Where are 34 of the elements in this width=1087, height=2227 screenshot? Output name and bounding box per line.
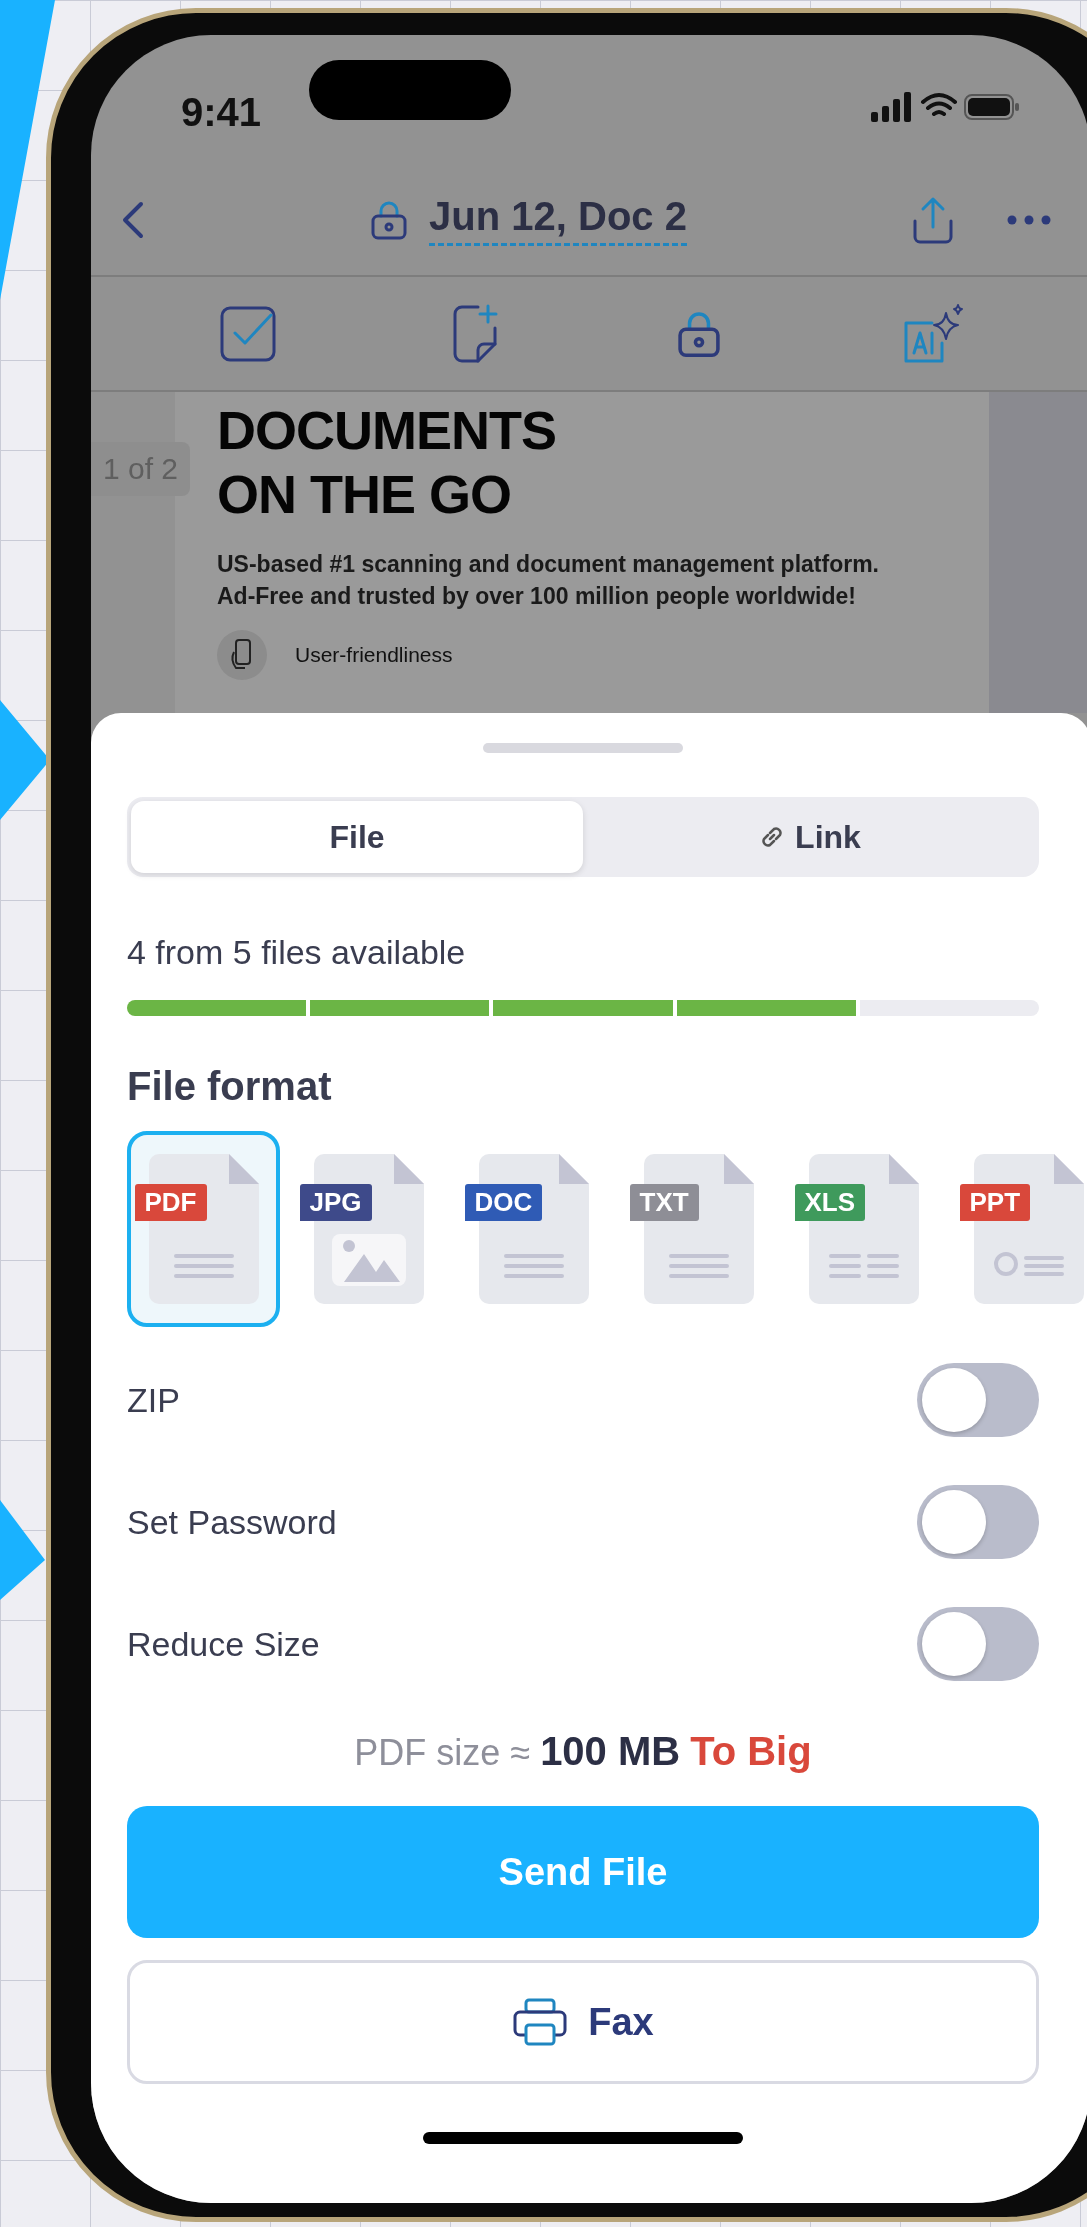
add-page-button[interactable] xyxy=(451,303,498,364)
more-button[interactable] xyxy=(1007,215,1051,225)
sheet-handle[interactable] xyxy=(483,743,683,753)
phone-hand-icon xyxy=(217,630,267,680)
fax-button[interactable]: Fax xyxy=(127,1960,1039,2084)
format-option[interactable]: XLS xyxy=(787,1131,940,1327)
printer-icon xyxy=(512,1997,569,2047)
document-heading: DOCUMENTS ON THE GO xyxy=(217,399,557,526)
option-label: Reduce Size xyxy=(127,1624,320,1664)
option-label: ZIP xyxy=(127,1380,180,1420)
segment-tab[interactable]: File xyxy=(131,801,583,873)
size-note: PDF size ≈ 100 MB To Big xyxy=(353,1729,813,1774)
availability-text: 4 from 5 files available xyxy=(127,933,467,972)
format-option[interactable]: JPG xyxy=(292,1131,445,1327)
send-file-button[interactable]: Send File xyxy=(127,1806,1039,1938)
file-type-tag: PDF xyxy=(134,1184,207,1221)
segment-tab[interactable]: Link xyxy=(583,801,1035,873)
checkbox-tool-button[interactable] xyxy=(218,304,277,363)
feature-label: User-friendliness xyxy=(295,643,453,667)
section-title: File format xyxy=(127,1064,333,1109)
back-button[interactable] xyxy=(121,200,145,240)
document-text: US-based #1 scanning and document management platform. Ad-Free and trusted by over 100 million people worldwide! xyxy=(217,550,880,611)
file-type-tag: JPG xyxy=(299,1184,372,1221)
format-option[interactable]: PPT xyxy=(952,1131,1087,1327)
file-type-tag: DOC xyxy=(464,1184,543,1221)
file-type-tag: PPT xyxy=(959,1184,1031,1221)
status-time: 9:41 xyxy=(179,90,263,135)
option-label: Set Password xyxy=(127,1502,337,1542)
file-type-tag: XLS xyxy=(794,1184,866,1221)
format-option[interactable]: DOC xyxy=(457,1131,610,1327)
file-type-tag: TXT xyxy=(629,1184,699,1221)
format-option[interactable]: PDF xyxy=(127,1131,280,1327)
document-title[interactable]: Jun 12, Doc 2 xyxy=(367,194,687,246)
format-option[interactable]: TXT xyxy=(622,1131,775,1327)
